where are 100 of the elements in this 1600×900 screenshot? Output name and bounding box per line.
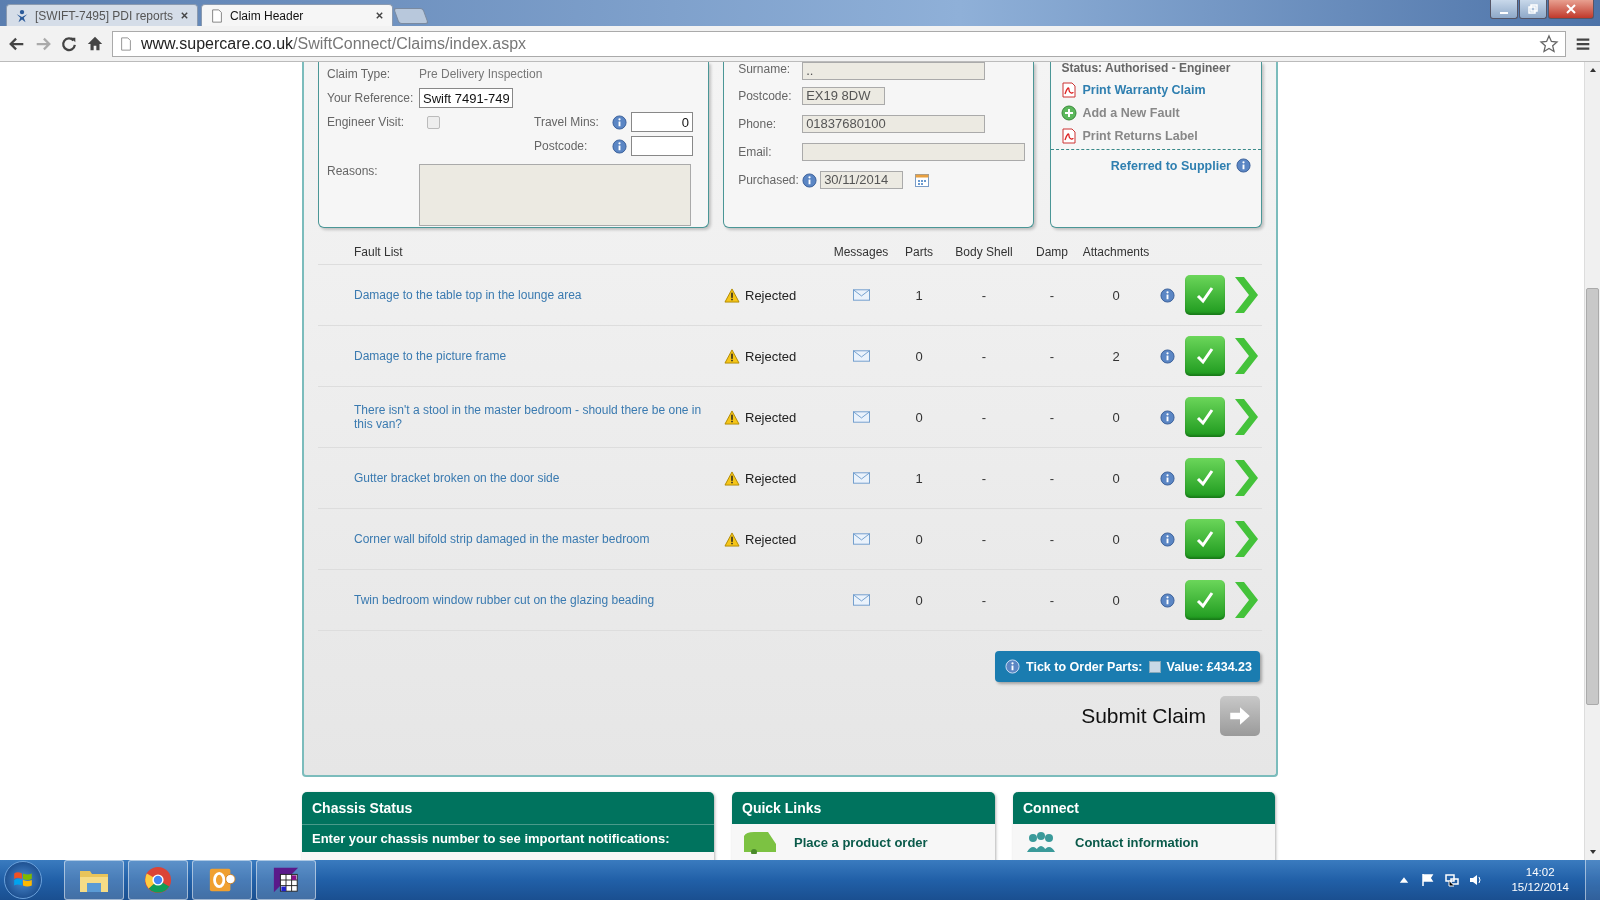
field-label: Phone: [738, 117, 778, 131]
info-icon[interactable] [1159, 287, 1175, 303]
close-icon[interactable] [375, 11, 384, 20]
purchased-date-field[interactable]: 30/11/2014 [820, 171, 904, 189]
info-icon[interactable] [1159, 409, 1175, 425]
mail-app-icon [208, 866, 236, 894]
fault-link[interactable]: There isn't a stool in the master bedroom - should there be one in this van? [354, 403, 724, 431]
fault-link[interactable]: Damage to the table top in the lounge area [354, 288, 724, 302]
field-label: Postcode: [534, 139, 589, 153]
info-icon[interactable] [1236, 158, 1251, 173]
bookmark-star-icon[interactable] [1539, 33, 1559, 54]
phone-field[interactable]: 01837680100 [802, 115, 986, 133]
table-cell-text: - [980, 531, 988, 547]
restore-button[interactable] [1519, 0, 1547, 19]
add-icon [1061, 104, 1078, 121]
volume-icon[interactable] [1469, 873, 1484, 887]
referred-status-link[interactable]: Referred to Supplier [1110, 158, 1231, 173]
info-icon[interactable] [1159, 470, 1175, 486]
fault-link[interactable]: Twin bedroom window rubber cut on the glazing beading [354, 593, 724, 607]
table-cell-text: - [1048, 348, 1056, 364]
clock[interactable]: 14:02 15/12/2014 [1511, 865, 1569, 895]
table-cell-text: - [980, 287, 988, 303]
fault-status: Rejected [745, 531, 797, 547]
close-window-button[interactable] [1548, 0, 1594, 19]
approve-button[interactable] [1185, 458, 1225, 498]
home-icon[interactable] [86, 34, 104, 53]
scrollbar[interactable] [1584, 62, 1600, 860]
table-cell-text: 0 [1111, 470, 1121, 486]
table-cell-text: 0 [914, 531, 924, 547]
approve-button[interactable] [1185, 336, 1225, 376]
email-field[interactable] [802, 143, 1026, 161]
info-icon[interactable] [1159, 592, 1175, 608]
table-cell-text: 0 [914, 348, 924, 364]
table-cell-text: - [1048, 592, 1056, 608]
column-header: Messages [832, 245, 890, 259]
page-icon [210, 8, 224, 23]
reference-field[interactable]: Swift 7491-749 [419, 88, 513, 108]
calendar-icon[interactable] [915, 173, 930, 187]
postcode-field[interactable] [631, 136, 693, 156]
table-cell-text: - [980, 592, 988, 608]
field-label: Purchased: [738, 173, 800, 187]
network-icon[interactable] [1445, 873, 1460, 887]
card-link[interactable]: Place a product order [794, 834, 928, 850]
table-cell-text: - [980, 348, 988, 364]
info-icon[interactable] [612, 138, 627, 154]
fault-link[interactable]: Damage to the picture frame [354, 349, 724, 363]
table-cell-text: - [1048, 287, 1056, 303]
taskbar-app[interactable] [256, 860, 316, 900]
minimize-button[interactable] [1490, 0, 1518, 19]
minimize-icon [1500, 12, 1508, 14]
claim-type-value: Pre Delivery Inspection [419, 67, 543, 81]
table-cell-text: 0 [1111, 287, 1121, 303]
flag-icon[interactable] [1421, 873, 1436, 887]
approve-button[interactable] [1185, 580, 1225, 620]
field-label: Your Reference: [327, 91, 415, 105]
table-cell-text: - [1048, 470, 1056, 486]
card-link[interactable]: Contact information [1075, 834, 1199, 850]
surname-field[interactable]: .. [802, 62, 986, 80]
table-cell-text: 0 [1111, 592, 1121, 608]
action-link[interactable]: Print Warranty Claim [1061, 78, 1251, 101]
table-cell-text: 0 [914, 409, 924, 425]
submit-claim-button[interactable] [1220, 696, 1260, 736]
approve-button[interactable] [1185, 519, 1225, 559]
fault-status: Rejected [745, 409, 797, 425]
approve-button[interactable] [1185, 275, 1225, 315]
info-icon[interactable] [1159, 348, 1175, 364]
address-bar[interactable]: www.supercare.co.uk/SwiftConnect/Claims/index.aspx [112, 30, 1566, 57]
app-logo-icon [15, 8, 29, 23]
table-cell-text: 0 [914, 592, 924, 608]
field-label: Reasons: [327, 164, 379, 178]
info-icon[interactable] [1159, 531, 1175, 547]
field-label: Engineer Visit: [327, 115, 406, 129]
fault-link[interactable]: Gutter bracket broken on the door side [354, 471, 724, 485]
browser-tab[interactable]: Claim Header [201, 4, 393, 26]
fault-link[interactable]: Corner wall bifold strip damaged in the master bedroom [354, 532, 724, 546]
postcode-field[interactable]: EX19 8DW [802, 87, 886, 105]
order-parts-checkbox[interactable] [1148, 660, 1161, 673]
table-cell-text: - [980, 470, 988, 486]
warning-icon [724, 287, 740, 303]
card-title: Chassis Status [302, 792, 714, 824]
column-header: Damp [1035, 245, 1069, 259]
info-icon[interactable] [802, 172, 818, 188]
warning-icon [724, 531, 740, 547]
close-icon[interactable] [180, 11, 189, 20]
field-label: Claim Type: [327, 67, 392, 81]
reload-icon[interactable] [60, 34, 78, 53]
restore-icon [1527, 3, 1539, 15]
browser-tab[interactable]: [SWIFT-7495] PDI reports [6, 4, 198, 26]
reasons-field[interactable] [419, 164, 691, 226]
taskbar-app[interactable] [192, 860, 252, 900]
close-icon [1565, 3, 1577, 15]
info-icon[interactable] [612, 114, 627, 130]
column-header: Fault List [354, 245, 404, 259]
pdf-icon [1061, 127, 1078, 144]
pdf-icon [1061, 81, 1078, 98]
approve-button[interactable] [1185, 397, 1225, 437]
browser-icon [144, 866, 172, 894]
travel-mins-field[interactable]: 0 [631, 112, 693, 132]
start-button[interactable] [4, 861, 42, 899]
scrollbar-thumb[interactable] [1586, 288, 1599, 705]
